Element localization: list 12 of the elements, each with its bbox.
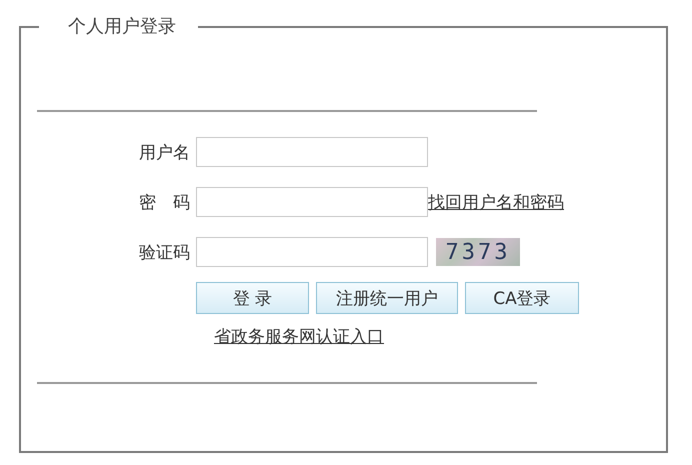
login-button[interactable]: 注册统一用户	[316, 282, 458, 314]
recover-link[interactable]: 找回用户名和密码	[428, 190, 564, 214]
captcha-code[interactable]: 7373	[436, 238, 520, 266]
input-field[interactable]	[196, 137, 428, 167]
field-label: 用户名	[138, 142, 190, 164]
input-field[interactable]	[196, 187, 428, 217]
login-button[interactable]: CA登录	[465, 282, 579, 314]
input-field[interactable]	[196, 237, 428, 267]
login-button[interactable]: 登 录	[196, 282, 309, 314]
entry-link[interactable]: 省政务服务网认证入口	[196, 325, 402, 348]
field-label: 验证码	[138, 242, 190, 264]
field-label: 密 码	[138, 192, 190, 214]
